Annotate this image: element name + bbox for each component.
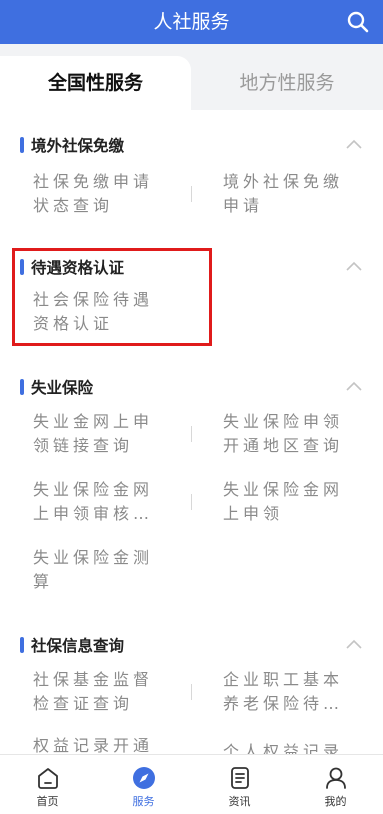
- section-header[interactable]: 社保信息查询: [0, 636, 383, 658]
- section-header[interactable]: 失业保险: [0, 378, 383, 400]
- tab-local-services[interactable]: 地方性服务: [191, 56, 383, 110]
- chevron-up-icon[interactable]: [345, 260, 363, 272]
- tab-national-services[interactable]: 全国性服务: [0, 56, 191, 110]
- service-item-line: 失业保险金网: [33, 480, 154, 499]
- chevron-up-icon[interactable]: [345, 638, 363, 650]
- nav-label: 我的: [324, 795, 347, 808]
- service-item-line: 个人权益记录: [223, 742, 344, 754]
- section-title: 失业保险: [31, 379, 94, 397]
- service-item-line: 上申领: [223, 504, 284, 523]
- service-list: 境外社保免缴 社保免缴申请 状态查询 境外社保免缴 申请 待遇资格认证 社会保险…: [0, 110, 383, 754]
- service-item[interactable]: 社保基金监督 检查证查询: [33, 668, 173, 716]
- service-item-line: 权益记录开通: [33, 736, 154, 754]
- service-item-line: 企业职工基本: [223, 670, 344, 689]
- column-divider: [191, 684, 192, 700]
- search-button[interactable]: [345, 9, 371, 35]
- service-item-line: 开通地区查询: [223, 436, 344, 455]
- news-icon: [231, 767, 249, 789]
- section-title: 社保信息查询: [31, 637, 125, 655]
- section-title: 境外社保免缴: [31, 137, 125, 155]
- column-divider: [191, 426, 192, 442]
- chevron-up-icon[interactable]: [345, 138, 363, 150]
- service-item-line: 境外社保免缴: [223, 172, 344, 191]
- column-divider: [191, 186, 192, 202]
- search-icon: [347, 11, 369, 33]
- section-marker: [20, 137, 24, 153]
- service-item-line: 上申领审核…: [33, 504, 154, 523]
- service-item[interactable]: 失业保险金测 算: [33, 546, 173, 594]
- home-icon: [38, 768, 58, 789]
- service-item-line: 失业保险金测: [33, 548, 154, 567]
- user-icon: [326, 767, 346, 789]
- service-item[interactable]: 失业保险申领 开通地区查询: [223, 410, 363, 458]
- nav-services[interactable]: 服务: [96, 755, 191, 814]
- service-item-line: 失业保险申领: [223, 412, 344, 431]
- service-item-line: 领链接查询: [33, 436, 134, 455]
- service-item-line: 养老保险待…: [223, 694, 344, 713]
- service-item-line: 社保基金监督: [33, 670, 154, 689]
- nav-label: 服务: [132, 795, 155, 808]
- bottom-navigation: 首页 服务 资讯 我的: [0, 754, 383, 814]
- service-item-line: 失业保险金网: [223, 480, 344, 499]
- tab-bar: 全国性服务 地方性服务: [0, 44, 383, 110]
- nav-label: 资讯: [228, 795, 251, 808]
- section-marker: [20, 637, 24, 653]
- service-item[interactable]: 个人权益记录: [223, 740, 363, 754]
- service-item[interactable]: 社保免缴申请 状态查询: [33, 170, 173, 218]
- highlight-box: [12, 248, 212, 346]
- service-item[interactable]: 失业保险金网 上申领: [223, 478, 363, 526]
- chevron-up-icon[interactable]: [345, 380, 363, 392]
- service-item[interactable]: 权益记录开通: [33, 734, 173, 754]
- service-item[interactable]: 企业职工基本 养老保险待…: [223, 668, 363, 716]
- service-item-line: 申请: [223, 196, 264, 215]
- nav-label: 首页: [36, 795, 59, 808]
- service-item[interactable]: 境外社保免缴 申请: [223, 170, 363, 218]
- service-item-line: 失业金网上申: [33, 412, 154, 431]
- page-title: 人社服务: [153, 11, 230, 33]
- nav-home[interactable]: 首页: [0, 755, 95, 814]
- service-item[interactable]: 失业金网上申 领链接查询: [33, 410, 173, 458]
- nav-profile[interactable]: 我的: [288, 755, 383, 814]
- nav-news[interactable]: 资讯: [192, 755, 287, 814]
- section-marker: [20, 379, 24, 395]
- section-header[interactable]: 境外社保免缴: [0, 136, 383, 158]
- service-item-line: 算: [33, 572, 54, 591]
- service-item[interactable]: 失业保险金网 上申领审核…: [33, 478, 173, 526]
- compass-icon: [133, 767, 155, 789]
- service-item-line: 状态查询: [33, 196, 114, 215]
- column-divider: [191, 494, 192, 510]
- app-header: 人社服务: [0, 0, 383, 44]
- service-item-line: 检查证查询: [33, 694, 134, 713]
- service-item-line: 社保免缴申请: [33, 172, 154, 191]
